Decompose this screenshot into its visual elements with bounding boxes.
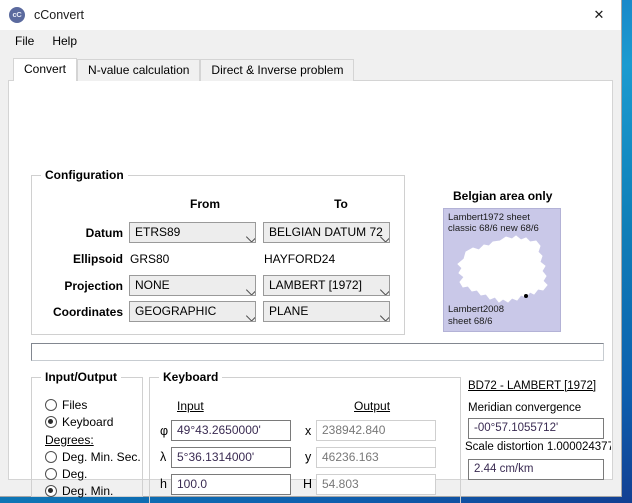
row-label-ellipsoid: Ellipsoid <box>72 252 123 266</box>
symbol-x: x <box>305 424 312 438</box>
latitude-input[interactable]: 49°43.2650000' <box>171 420 291 441</box>
radio-keyboard-label: Keyboard <box>62 415 114 429</box>
tab-panel-convert: Configuration From To Datum ETRS89 BELGI… <box>8 80 613 503</box>
symbol-y: y <box>305 450 312 464</box>
degrees-label: Degrees: <box>45 433 94 447</box>
coordinates-to-value: PLANE <box>269 304 309 318</box>
application-window: cC cConvert ✕ File Help Convert N-value … <box>0 0 622 503</box>
menu-item-help[interactable]: Help <box>43 32 86 50</box>
window-title: cConvert <box>34 8 85 22</box>
tab-strip: Convert N-value calculation Direct & Inv… <box>8 58 613 81</box>
tab-direct-inverse-problem[interactable]: Direct & Inverse problem <box>200 59 355 81</box>
title-bar: cC cConvert ✕ <box>0 0 621 30</box>
coordinates-from-value: GEOGRAPHIC <box>135 304 217 318</box>
meridian-convergence-value: -00°57.1055712' <box>468 418 604 439</box>
projection-from-combobox[interactable]: NONE <box>129 275 256 296</box>
ellipsoidal-height-input[interactable]: 100.0 <box>171 474 291 495</box>
belgian-area-title: Belgian area only <box>453 189 553 203</box>
app-icon: cC <box>9 7 25 23</box>
row-label-coordinates: Coordinates <box>52 305 123 319</box>
symbol-h-upper: H <box>303 477 313 491</box>
tab-convert[interactable]: Convert <box>13 58 78 81</box>
input-column-header: Input <box>177 399 204 413</box>
status-message-field[interactable] <box>31 343 604 361</box>
radio-indicator-selected <box>45 416 57 428</box>
scale-distortion-label: Scale distortion 1.000024377 <box>465 441 611 453</box>
menu-item-file[interactable]: File <box>6 32 43 50</box>
tab-n-value-calculation[interactable]: N-value calculation <box>77 59 201 81</box>
radio-indicator-selected <box>45 485 57 497</box>
datum-from-combobox[interactable]: ETRS89 <box>129 222 256 243</box>
scale-distortion-value: 2.44 cm/km <box>468 459 604 480</box>
projection-to-value: LAMBERT [1972] <box>269 278 362 292</box>
symbol-phi: φ <box>160 424 169 438</box>
radio-indicator <box>45 451 57 463</box>
radio-indicator <box>45 399 57 411</box>
output-column-header: Output <box>354 399 391 413</box>
datum-to-combobox[interactable]: BELGIAN DATUM 72 <box>263 222 390 243</box>
orthometric-height-output: 54.803 <box>316 474 436 495</box>
coordinates-from-combobox[interactable]: GEOGRAPHIC <box>129 301 256 322</box>
row-label-datum: Datum <box>85 226 123 240</box>
projection-from-value: NONE <box>135 278 170 292</box>
belgian-map-label-line3: Lambert2008 <box>448 304 504 315</box>
radio-deg-label: Deg. <box>62 467 88 481</box>
window-controls: ✕ <box>577 0 621 30</box>
close-icon[interactable]: ✕ <box>577 0 621 30</box>
input-output-group-title: Input/Output <box>41 370 121 384</box>
belgian-map-label-line4: sheet 68/6 <box>448 316 493 327</box>
datum-to-value: BELGIAN DATUM 72 <box>269 225 383 239</box>
radio-keyboard[interactable]: Keyboard <box>45 415 113 429</box>
desktop-background: cC cConvert ✕ File Help Convert N-value … <box>0 0 632 503</box>
radio-files-label: Files <box>62 398 88 412</box>
location-dot-icon <box>524 294 528 298</box>
configuration-group-title: Configuration <box>41 168 128 182</box>
x-output: 238942.840 <box>316 420 436 441</box>
belgian-area-map-panel: Lambert1972 sheet classic 68/6 new 68/6 … <box>443 208 561 332</box>
radio-indicator <box>45 468 57 480</box>
radio-deg-min-label: Deg. Min. <box>62 484 114 498</box>
radio-deg[interactable]: Deg. <box>45 467 87 481</box>
bd72-panel-title: BD72 - LAMBERT [1972] <box>468 380 597 392</box>
symbol-lambda: λ <box>160 450 167 464</box>
projection-to-combobox[interactable]: LAMBERT [1972] <box>263 275 390 296</box>
radio-deg-min[interactable]: Deg. Min. <box>45 484 113 498</box>
coordinates-to-combobox[interactable]: PLANE <box>263 301 390 322</box>
column-header-from: From <box>190 197 220 211</box>
belgian-map-label-line2: classic 68/6 new 68/6 <box>448 223 539 234</box>
y-output: 46236.163 <box>316 447 436 468</box>
radio-deg-min-sec-label: Deg. Min. Sec. <box>62 450 141 464</box>
keyboard-group-title: Keyboard <box>159 370 223 384</box>
ellipsoid-to-value: HAYFORD24 <box>264 252 336 266</box>
menu-bar: File Help <box>0 30 621 52</box>
belgium-map-shape <box>457 235 548 303</box>
client-area: Convert N-value calculation Direct & Inv… <box>0 52 621 503</box>
longitude-input[interactable]: 5°36.1314000' <box>171 447 291 468</box>
ellipsoid-from-value: GRS80 <box>130 252 170 266</box>
radio-files[interactable]: Files <box>45 398 87 412</box>
meridian-convergence-label: Meridian convergence <box>468 402 582 414</box>
row-label-projection: Projection <box>64 279 123 293</box>
column-header-to: To <box>334 197 348 211</box>
symbol-h-lower: h <box>160 477 167 491</box>
belgian-map-label-line1: Lambert1972 sheet <box>448 212 530 223</box>
radio-deg-min-sec[interactable]: Deg. Min. Sec. <box>45 450 141 464</box>
datum-from-value: ETRS89 <box>135 225 181 239</box>
